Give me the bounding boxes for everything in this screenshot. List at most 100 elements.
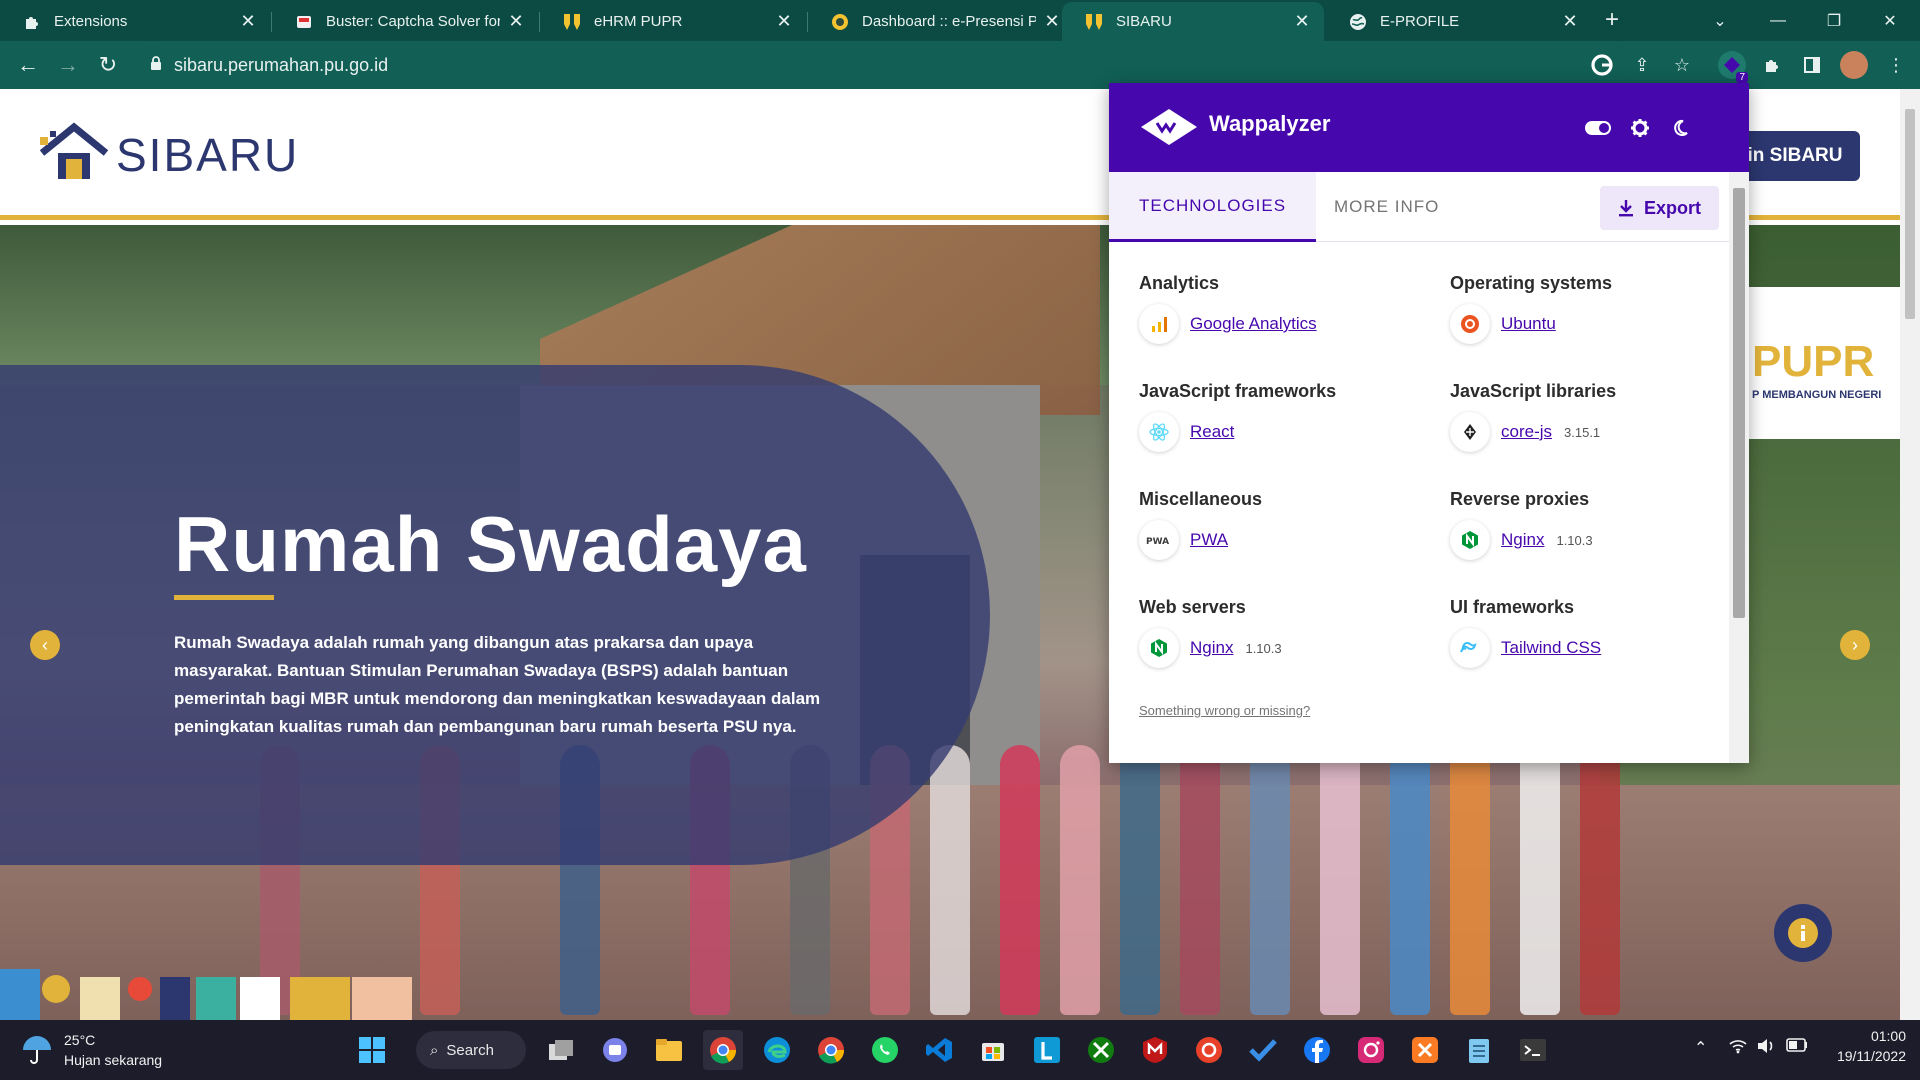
tech-name[interactable]: PWA [1190,530,1228,550]
facebook-icon[interactable] [1297,1030,1337,1070]
tab-epresensi[interactable]: Dashboard :: e-Presensi PUP ✕ [808,2,1074,41]
pwa-icon: PWA [1139,520,1179,560]
login-button[interactable]: in SIBARU [1730,131,1860,181]
windows-start-icon[interactable] [352,1030,392,1070]
close-icon[interactable]: ✕ [240,11,256,32]
volume-icon[interactable] [1756,1038,1776,1057]
tech-nginx-proxy[interactable]: Nginx 1.10.3 [1450,520,1593,560]
weather-temperature: 25°C [64,1032,96,1048]
close-icon[interactable]: ✕ [508,11,524,32]
tray-chevron-icon[interactable]: ⌃ [1694,1038,1707,1058]
notepad-icon[interactable] [1459,1030,1499,1070]
tab-eprofile[interactable]: E-PROFILE ✕ [1326,2,1592,41]
nginx-icon [1139,628,1179,668]
terminal-icon[interactable] [1513,1030,1553,1070]
reload-button[interactable]: ↻ [92,49,124,81]
toggle-switch-icon[interactable] [1585,115,1611,141]
tab-title: Buster: Captcha Solver for H [326,13,500,30]
clock[interactable]: 01:00 19/11/2022 [1820,1028,1906,1072]
search-icon: ⌕ [430,1041,439,1059]
xbox-icon[interactable] [1081,1030,1121,1070]
task-view-icon[interactable] [541,1030,581,1070]
tech-name[interactable]: Nginx [1501,530,1544,550]
google-analytics-icon [1139,304,1179,344]
carousel-prev-button[interactable]: ‹ [30,630,60,660]
tech-pwa[interactable]: PWA PWA [1139,520,1228,560]
tech-name[interactable]: Nginx [1190,638,1233,658]
tab-search-chevron-icon[interactable]: ⌄ [1692,0,1748,41]
close-icon[interactable]: ✕ [776,11,792,32]
whatsapp-icon[interactable] [865,1030,905,1070]
category-javascript-libraries: JavaScript libraries [1450,381,1617,401]
popup-scrollbar-thumb[interactable] [1733,188,1745,618]
mcafee-icon[interactable] [1135,1030,1175,1070]
taskbar-search[interactable]: ⌕ Search [416,1031,526,1069]
tech-name[interactable]: core-js [1501,422,1552,442]
tech-ubuntu[interactable]: Ubuntu [1450,304,1556,344]
tech-name[interactable]: React [1190,422,1234,442]
microsoft-store-icon[interactable] [973,1030,1013,1070]
tab-technologies[interactable]: TECHNOLOGIES [1109,172,1317,242]
page-scrollbar[interactable] [1900,89,1920,1020]
tech-name[interactable]: Ubuntu [1501,314,1556,334]
google-icon[interactable] [1588,51,1616,79]
tech-tailwind-css[interactable]: Tailwind CSS [1450,628,1601,668]
dark-mode-moon-icon[interactable] [1667,115,1693,141]
puzzle-icon[interactable] [1758,51,1786,79]
xampp-icon[interactable] [1405,1030,1445,1070]
tech-name[interactable]: Google Analytics [1190,314,1317,334]
l-app-icon[interactable] [1027,1030,1067,1070]
pupr-logo: PUPR P MEMBANGUN NEGERI [1748,287,1900,439]
tech-google-analytics[interactable]: Google Analytics [1139,304,1317,344]
vscode-icon[interactable] [919,1030,959,1070]
sibaru-logo[interactable]: SIBARU [38,119,299,191]
share-icon[interactable]: ⇪ [1628,51,1656,79]
export-button[interactable]: Export [1600,186,1719,230]
tech-nginx-server[interactable]: Nginx 1.10.3 [1139,628,1282,668]
file-explorer-icon[interactable] [649,1030,689,1070]
chrome-icon[interactable] [703,1030,743,1070]
tab-extensions[interactable]: Extensions ✕ [0,2,270,41]
tab-more-info[interactable]: MORE INFO [1334,172,1439,242]
forward-button[interactable]: → [52,49,84,81]
tab-sibaru[interactable]: SIBARU ✕ [1062,2,1324,41]
chrome-icon[interactable] [811,1030,851,1070]
tab-buster[interactable]: Buster: Captcha Solver for H ✕ [272,2,538,41]
battery-icon[interactable] [1786,1038,1808,1055]
help-chat-button[interactable] [1774,904,1832,962]
tab-ehrm[interactable]: eHRM PUPR ✕ [540,2,806,41]
carousel-next-button[interactable]: › [1840,630,1870,660]
tech-react[interactable]: React [1139,412,1234,452]
side-panel-icon[interactable] [1798,51,1826,79]
burp-icon[interactable] [1189,1030,1229,1070]
bookmark-star-icon[interactable]: ☆ [1668,51,1696,79]
instagram-icon[interactable] [1351,1030,1391,1070]
wifi-icon[interactable] [1728,1038,1748,1059]
tech-name[interactable]: Tailwind CSS [1501,638,1601,658]
close-icon[interactable]: ✕ [1562,11,1578,32]
edge-icon[interactable] [757,1030,797,1070]
settings-gear-icon[interactable] [1627,115,1653,141]
taskbar: 25°C Hujan sekarang ⌕ Search ⌃ 01:00 19/… [0,1020,1920,1080]
menu-dots-icon[interactable]: ⋮ [1882,51,1910,79]
minimize-button[interactable]: — [1750,0,1806,41]
new-tab-button[interactable]: + [1598,6,1626,34]
pupr-icon [1084,12,1104,32]
maximize-button[interactable]: ❐ [1806,0,1862,41]
close-icon[interactable]: ✕ [1294,11,1310,32]
teams-chat-icon[interactable] [595,1030,635,1070]
wappalyzer-extension-icon[interactable]: 7 [1718,51,1748,83]
avatar[interactable] [1840,51,1868,79]
weather-description: Hujan sekarang [64,1052,163,1068]
weather-widget[interactable]: 25°C Hujan sekarang [20,1028,180,1072]
clock-date: 19/11/2022 [1836,1048,1906,1064]
report-issue-link[interactable]: Something wrong or missing? [1139,703,1310,718]
svg-text:PWA: PWA [1146,537,1169,546]
category-analytics: Analytics [1139,273,1220,293]
todo-check-icon[interactable] [1243,1030,1283,1070]
close-icon[interactable]: ✕ [1044,11,1060,32]
window-close-button[interactable]: ✕ [1862,0,1918,41]
address-bar[interactable]: sibaru.perumahan.pu.go.id [136,47,1636,83]
tech-core-js[interactable]: core-js 3.15.1 [1450,412,1600,452]
back-button[interactable]: ← [12,49,44,81]
